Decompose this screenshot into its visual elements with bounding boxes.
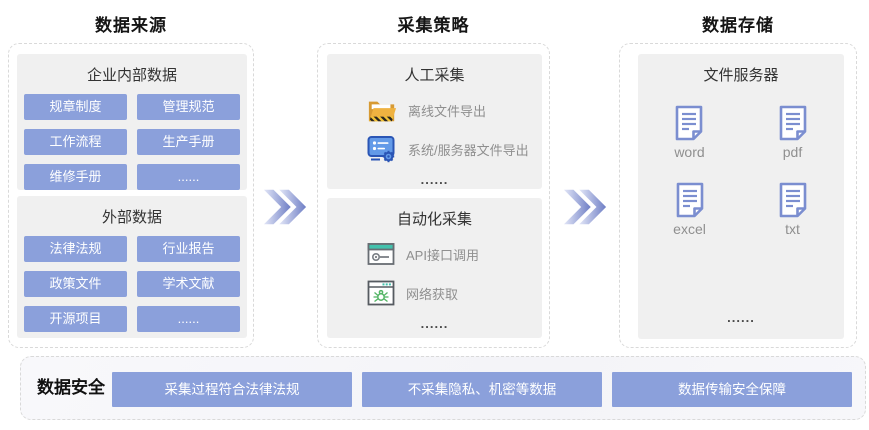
tag-management-standards: 管理规范 bbox=[137, 94, 240, 120]
data-security-title: 数据安全 bbox=[29, 357, 113, 421]
external-data-button-grid: 法律法规 行业报告 政策文件 学术文献 开源项目 ...... bbox=[17, 227, 247, 332]
column-header-data-source: 数据来源 bbox=[8, 11, 254, 36]
list-item-web-crawl: 网络获取 bbox=[367, 278, 542, 308]
file-label: excel bbox=[673, 221, 706, 237]
word-document-icon bbox=[675, 105, 703, 141]
internal-data-title: 企业内部数据 bbox=[17, 54, 247, 85]
flow-arrow-icon bbox=[562, 187, 608, 227]
file-excel: excel bbox=[673, 182, 706, 237]
list-item-label: 网络获取 bbox=[406, 284, 458, 303]
tag-external-more: ...... bbox=[137, 306, 240, 332]
auto-collection-card: 自动化采集 API接口调用 bbox=[327, 198, 542, 338]
file-label: txt bbox=[785, 221, 800, 237]
more-ellipsis: ...... bbox=[327, 172, 542, 187]
security-bar-transport-safety: 数据传输安全保障 bbox=[612, 372, 852, 407]
file-label: word bbox=[674, 144, 704, 160]
internal-data-card: 企业内部数据 规章制度 管理规范 工作流程 生产手册 维修手册 ...... bbox=[17, 54, 247, 190]
list-item-offline-export: 离线文件导出 bbox=[367, 95, 542, 125]
tag-policy-documents: 政策文件 bbox=[24, 271, 127, 297]
security-bar-legal-compliance: 采集过程符合法律法规 bbox=[112, 372, 352, 407]
tag-internal-more: ...... bbox=[137, 164, 240, 190]
tag-production-manual: 生产手册 bbox=[137, 129, 240, 155]
security-bar-row: 采集过程符合法律法规 不采集隐私、机密等数据 数据传输安全保障 bbox=[112, 372, 852, 407]
list-item-api-call: API接口调用 bbox=[367, 239, 542, 269]
more-ellipsis: ...... bbox=[327, 316, 542, 331]
data-source-panel: 企业内部数据 规章制度 管理规范 工作流程 生产手册 维修手册 ...... 外… bbox=[8, 43, 254, 348]
flow-arrow-icon bbox=[262, 187, 308, 227]
list-item-label: 系统/服务器文件导出 bbox=[408, 140, 529, 159]
txt-document-icon bbox=[779, 182, 807, 218]
tag-rules: 规章制度 bbox=[24, 94, 127, 120]
more-ellipsis: ...... bbox=[638, 310, 844, 325]
list-item-system-export: 系统/服务器文件导出 bbox=[367, 134, 542, 164]
column-header-collection-strategy: 采集策略 bbox=[317, 11, 550, 36]
manual-collection-title: 人工采集 bbox=[327, 54, 542, 85]
tag-laws-regulations: 法律法规 bbox=[24, 236, 127, 262]
list-item-label: API接口调用 bbox=[406, 245, 479, 264]
file-server-card: 文件服务器 word bbox=[638, 54, 844, 339]
system-server-export-icon bbox=[367, 134, 397, 164]
auto-collection-title: 自动化采集 bbox=[327, 198, 542, 229]
pdf-document-icon bbox=[779, 105, 807, 141]
list-item-label: 离线文件导出 bbox=[408, 101, 486, 120]
tag-work-process: 工作流程 bbox=[24, 129, 127, 155]
security-bar-no-private-data: 不采集隐私、机密等数据 bbox=[362, 372, 602, 407]
file-type-grid: word pdf bbox=[638, 85, 844, 237]
tag-industry-reports: 行业报告 bbox=[137, 236, 240, 262]
tag-maintenance-manual: 维修手册 bbox=[24, 164, 127, 190]
column-header-data-storage: 数据存储 bbox=[619, 11, 857, 36]
tag-open-source-projects: 开源项目 bbox=[24, 306, 127, 332]
offline-folder-export-icon bbox=[367, 96, 397, 124]
internal-data-button-grid: 规章制度 管理规范 工作流程 生产手册 维修手册 ...... bbox=[17, 85, 247, 190]
diagram-stage: 数据来源 采集策略 数据存储 企业内部数据 规章制度 管理规范 工作流程 生产手… bbox=[0, 0, 869, 430]
external-data-title: 外部数据 bbox=[17, 196, 247, 227]
file-server-title: 文件服务器 bbox=[638, 54, 844, 85]
file-word: word bbox=[674, 105, 704, 160]
data-storage-panel: 文件服务器 word bbox=[619, 43, 857, 348]
file-label: pdf bbox=[783, 144, 802, 160]
excel-document-icon bbox=[676, 182, 704, 218]
external-data-card: 外部数据 法律法规 行业报告 政策文件 学术文献 开源项目 ...... bbox=[17, 196, 247, 338]
file-txt: txt bbox=[779, 182, 807, 237]
tag-academic-literature: 学术文献 bbox=[137, 271, 240, 297]
web-crawler-icon bbox=[367, 280, 395, 306]
manual-collection-card: 人工采集 离线文件导出 bbox=[327, 54, 542, 189]
data-security-panel: 数据安全 采集过程符合法律法规 不采集隐私、机密等数据 数据传输安全保障 bbox=[20, 356, 866, 420]
file-pdf: pdf bbox=[779, 105, 807, 160]
api-call-icon bbox=[367, 242, 395, 266]
collection-strategy-panel: 人工采集 离线文件导出 bbox=[317, 43, 550, 348]
